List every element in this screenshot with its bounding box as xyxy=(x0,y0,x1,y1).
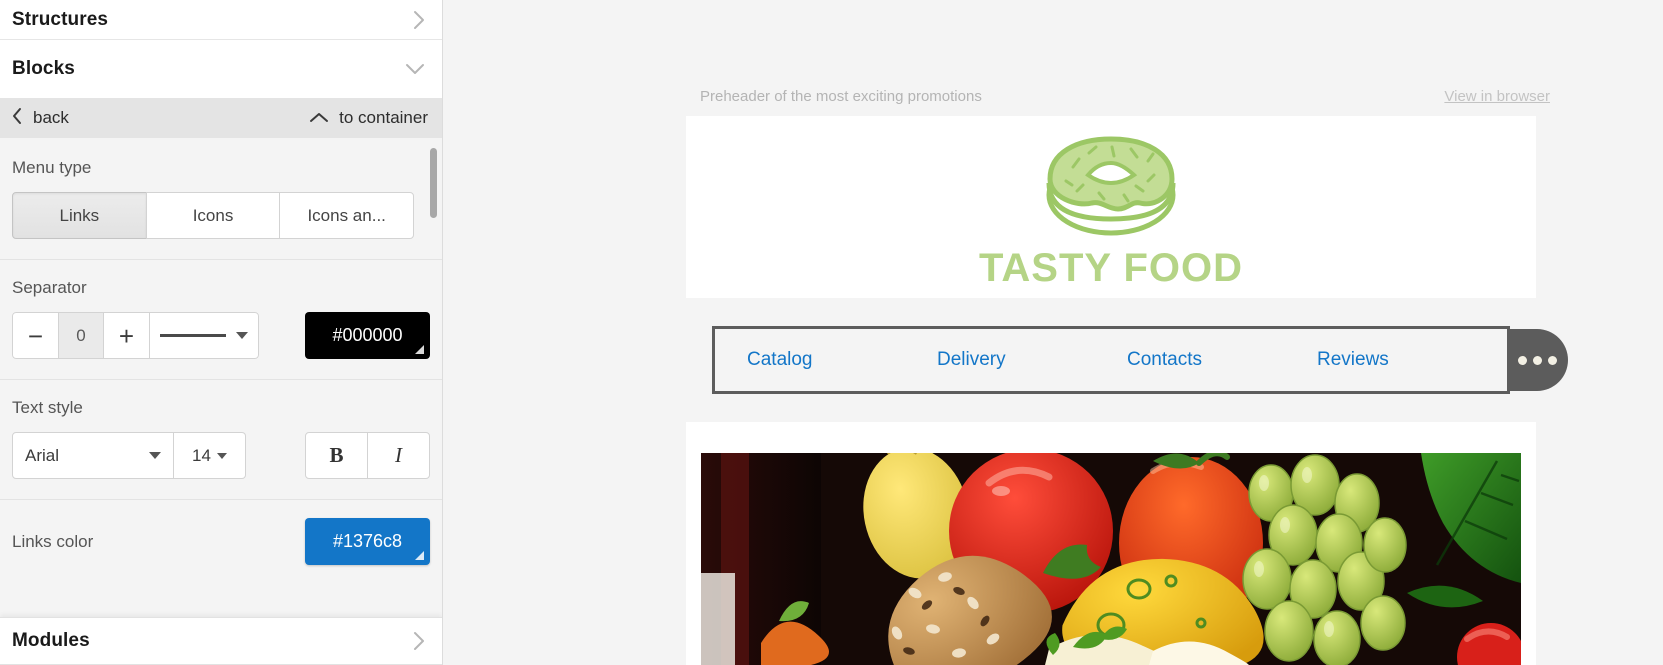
menu-link-contacts[interactable]: Contacts xyxy=(1127,349,1317,371)
image-block[interactable] xyxy=(686,422,1536,665)
logo-wrapper: TASTY FOOD xyxy=(979,123,1243,291)
menu-type-option-icons-and-links[interactable]: Icons an... xyxy=(279,192,415,239)
separator-decrement-button[interactable]: − xyxy=(12,312,59,359)
view-in-browser-link[interactable]: View in browser xyxy=(1444,88,1550,105)
preheader-row: Preheader of the most exciting promotion… xyxy=(700,88,1550,105)
color-picker-corner-icon xyxy=(415,345,424,354)
ellipsis-icon xyxy=(1532,355,1542,365)
to-container-label: to container xyxy=(339,108,428,127)
chevron-down-icon xyxy=(404,62,426,76)
food-photo xyxy=(701,453,1521,665)
font-controls-group: Arial 14 xyxy=(12,432,246,479)
minus-icon: − xyxy=(27,320,44,351)
italic-icon: I xyxy=(395,443,402,467)
menu-type-segmented-control: Links Icons Icons an... xyxy=(12,192,415,239)
bold-italic-group: B I xyxy=(305,432,430,479)
app-root: Structures Blocks back to container Menu… xyxy=(0,0,1663,665)
chevron-down-icon xyxy=(236,332,248,339)
separator-section: Separator − 0 + #000000 xyxy=(0,260,442,380)
chevron-up-icon xyxy=(309,108,329,128)
font-size-value: 14 xyxy=(192,445,211,465)
italic-button[interactable]: I xyxy=(367,432,430,479)
solid-line-icon xyxy=(160,334,226,337)
chevron-left-icon xyxy=(12,107,23,130)
settings-scroll-region: Menu type Links Icons Icons an... Separa… xyxy=(0,140,442,583)
chevron-right-icon xyxy=(412,9,426,31)
menu-type-option-links[interactable]: Links xyxy=(12,192,147,239)
chevron-down-icon xyxy=(216,452,227,459)
chevron-right-icon xyxy=(412,630,426,652)
separator-controls-row: − 0 + #000000 xyxy=(12,312,430,359)
back-label: back xyxy=(33,108,69,127)
brand-name: TASTY FOOD xyxy=(978,246,1244,290)
menu-type-section: Menu type Links Icons Icons an... xyxy=(0,140,442,260)
menu-block-selected[interactable]: Catalog Delivery Contacts Reviews xyxy=(712,326,1510,394)
logo-block[interactable]: TASTY FOOD xyxy=(686,116,1536,298)
links-color-value: #1376c8 xyxy=(332,531,403,551)
font-size-select[interactable]: 14 xyxy=(174,432,246,479)
modules-label: Modules xyxy=(12,630,90,651)
accordion-structures[interactable]: Structures xyxy=(0,0,442,40)
separator-color-swatch[interactable]: #000000 xyxy=(305,312,430,359)
separator-stepper: − 0 + xyxy=(12,312,259,359)
menu-link-reviews[interactable]: Reviews xyxy=(1317,349,1507,371)
text-style-controls-row: Arial 14 B I xyxy=(12,432,430,479)
structures-label: Structures xyxy=(12,8,109,30)
accordion-blocks[interactable]: Blocks xyxy=(0,40,442,98)
links-color-section: Links color #1376c8 xyxy=(0,500,442,583)
menu-link-catalog[interactable]: Catalog xyxy=(747,349,937,371)
bold-button[interactable]: B xyxy=(305,432,368,479)
to-container-button[interactable]: to container xyxy=(309,108,428,128)
links-color-label: Links color xyxy=(12,531,94,551)
plus-icon: + xyxy=(118,320,135,351)
color-picker-corner-icon xyxy=(415,551,424,560)
back-button[interactable]: back xyxy=(12,107,69,130)
menu-type-label: Menu type xyxy=(12,158,92,177)
preheader-text: Preheader of the most exciting promotion… xyxy=(700,88,982,105)
text-style-section: Text style Arial 14 B I xyxy=(0,380,442,500)
menu-type-option-icons[interactable]: Icons xyxy=(145,192,281,239)
separator-line-style-select[interactable] xyxy=(149,312,259,359)
separator-value-input[interactable]: 0 xyxy=(58,312,104,359)
accordion-modules[interactable]: Modules xyxy=(0,617,442,665)
text-style-label: Text style xyxy=(12,398,83,417)
bold-icon: B xyxy=(329,443,344,467)
font-family-select[interactable]: Arial xyxy=(12,432,174,479)
separator-label: Separator xyxy=(12,278,87,297)
links-color-swatch[interactable]: #1376c8 xyxy=(305,518,430,565)
ellipsis-icon xyxy=(1547,355,1557,365)
menu-link-delivery[interactable]: Delivery xyxy=(937,349,1127,371)
breadcrumb-bar: back to container xyxy=(0,98,442,138)
editor-sidebar: Structures Blocks back to container Menu… xyxy=(0,0,443,665)
font-family-value: Arial xyxy=(25,445,60,465)
sidebar-scrollbar-thumb[interactable] xyxy=(430,148,437,218)
blocks-label: Blocks xyxy=(12,58,75,79)
separator-increment-button[interactable]: + xyxy=(103,312,150,359)
chevron-down-icon xyxy=(149,452,161,459)
email-preview-canvas: Preheader of the most exciting promotion… xyxy=(443,0,1663,665)
block-options-handle[interactable] xyxy=(1506,329,1568,391)
ellipsis-icon xyxy=(1517,355,1527,365)
menu-links-row: Catalog Delivery Contacts Reviews xyxy=(715,349,1507,371)
separator-color-value: #000000 xyxy=(332,325,403,345)
donut-icon xyxy=(1036,123,1186,250)
